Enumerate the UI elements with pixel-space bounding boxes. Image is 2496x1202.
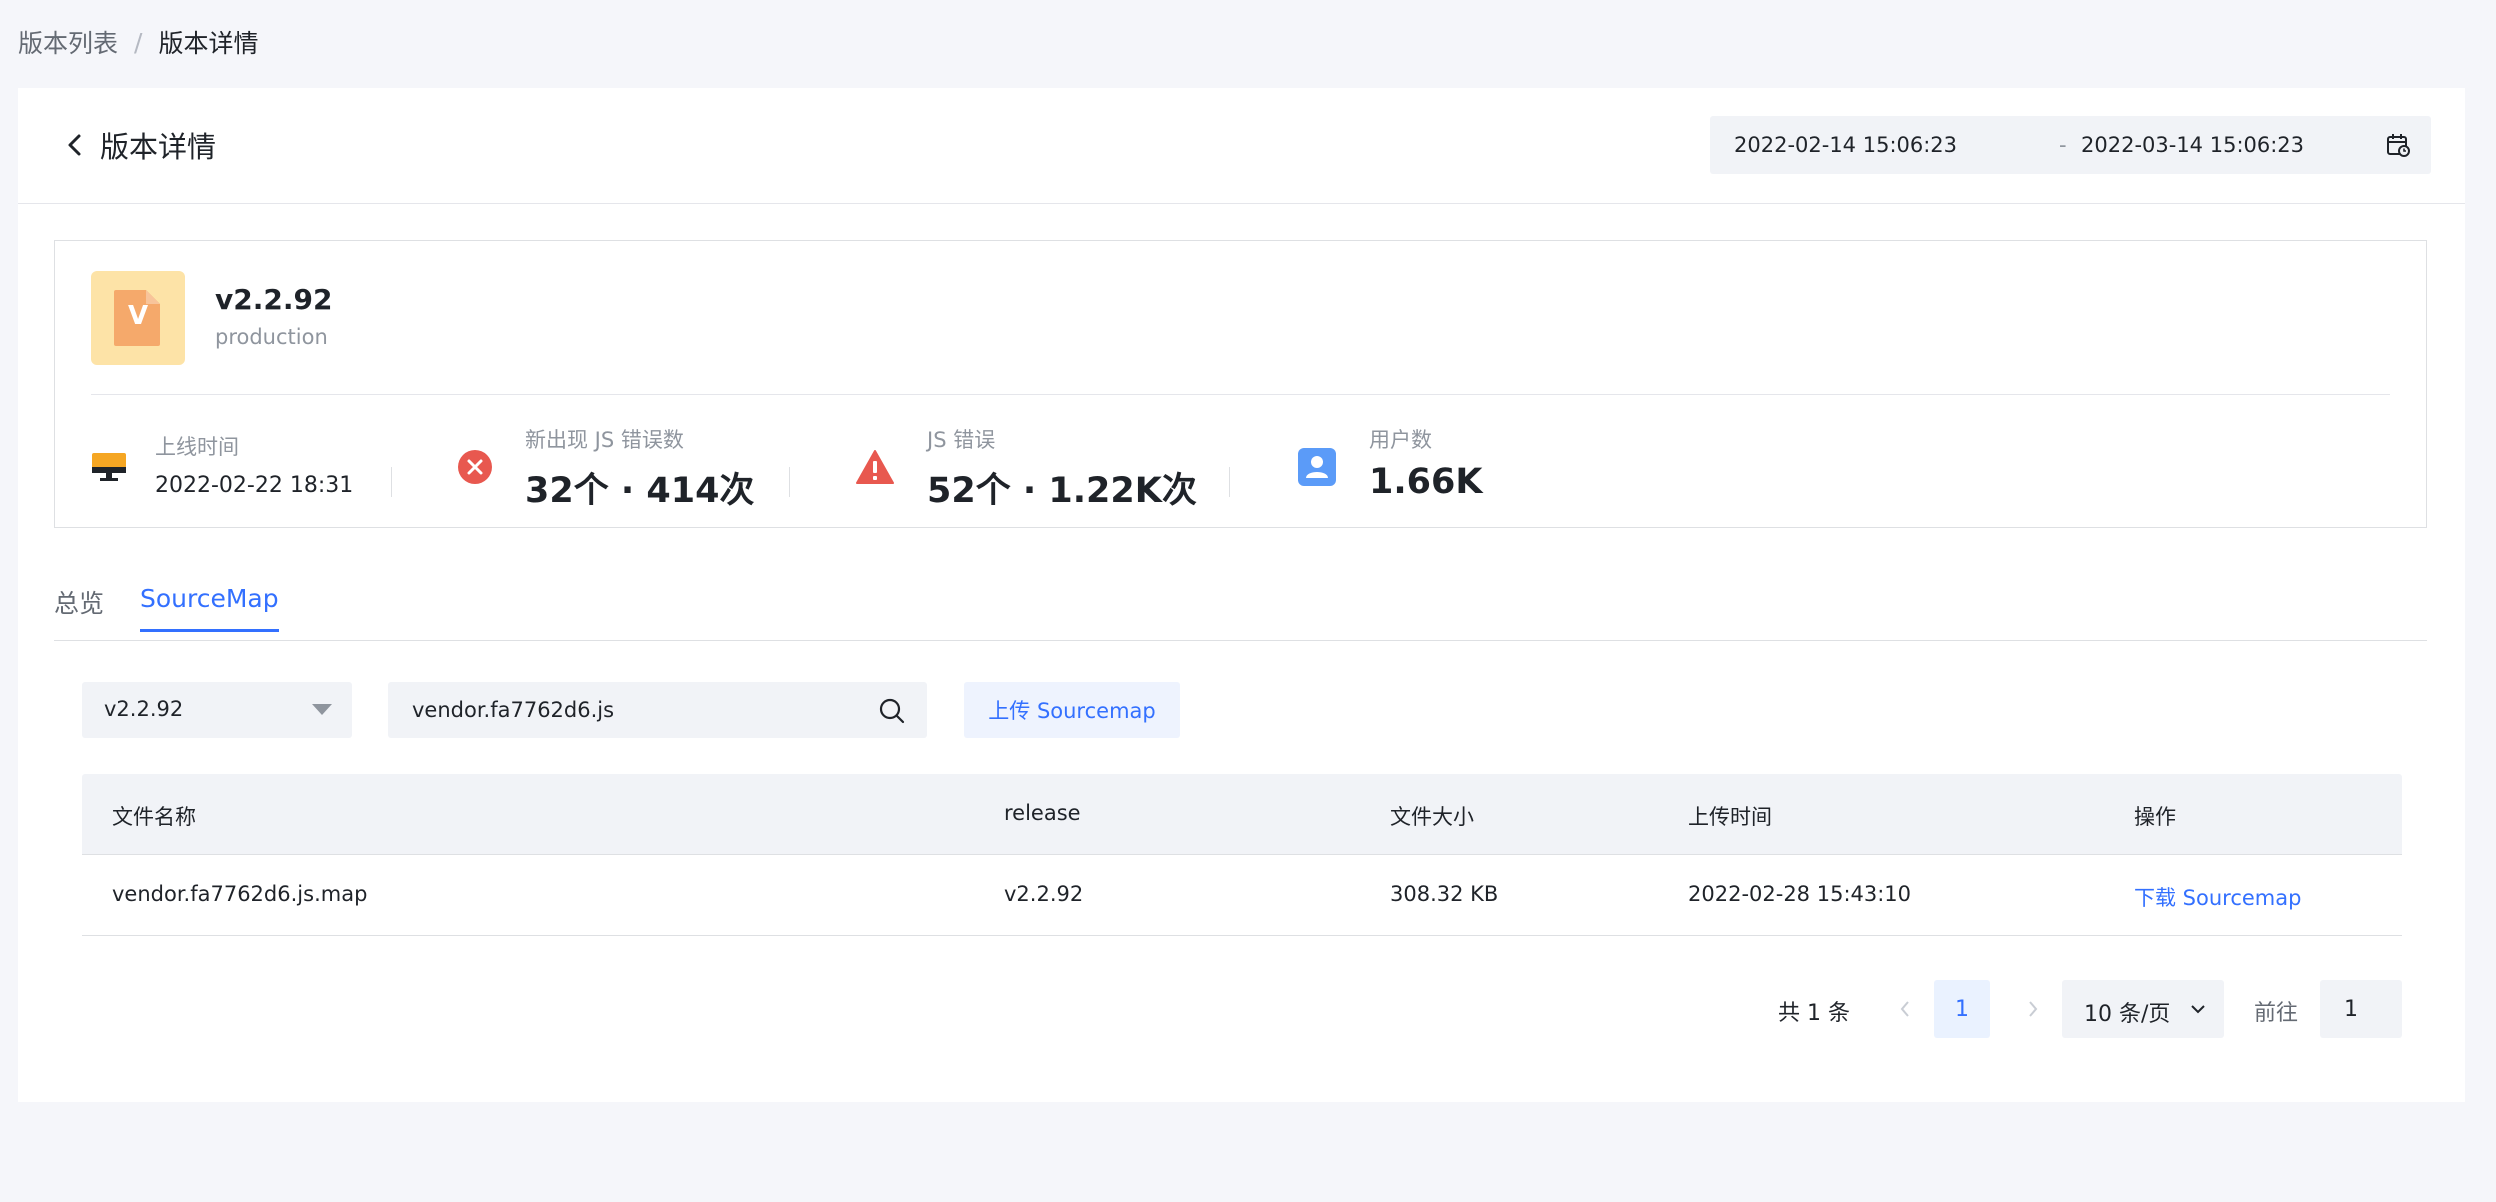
caret-down-icon [312,704,332,715]
pagination: 共 1 条 1 10 条/页 前往 [18,980,2465,1038]
sourcemap-table: 文件名称 release 文件大小 上传时间 操作 vendor.fa7762d… [82,774,2402,936]
monitor-icon [92,453,126,481]
column-header-release: release [1004,801,1081,825]
page-size-value: 10 条/页 [2084,1002,2171,1027]
stat-label: JS 错误 [927,428,996,452]
date-range-picker[interactable]: 2022-02-14 15:06:23 - 2022-03-14 15:06:2… [1710,116,2431,174]
stat-divider [391,467,392,497]
stat-new-js-errors: 新出现 JS 错误数 32个 · 414次 [525,424,754,513]
pagination-prev-button[interactable] [1888,992,1922,1026]
goto-page-input[interactable] [2320,980,2402,1038]
cell-size: 308.32 KB [1390,882,1499,906]
tab-sourcemap[interactable]: SourceMap [140,584,279,632]
column-header-filename: 文件名称 [112,805,196,829]
table-header: 文件名称 release 文件大小 上传时间 操作 [82,774,2402,855]
tab-bar: 总览 SourceMap [54,584,2427,641]
error-circle-icon [458,450,492,484]
column-header-size: 文件大小 [1390,805,1474,829]
stat-value: 1.66K [1369,462,1483,502]
cell-filename: vendor.fa7762d6.js.map [112,882,368,906]
goto-label: 前往 [2254,1001,2299,1026]
back-button[interactable] [58,128,92,162]
version-summary: V v2.2.92 production 上线时间 2022-02-22 18:… [54,240,2427,528]
stat-release-time: 上线时间 2022-02-22 18:31 [155,431,353,498]
date-range-separator: - [2059,133,2067,157]
stat-users: 用户数 1.66K [1369,424,1482,502]
column-header-upload-time: 上传时间 [1688,805,1772,829]
version-environment: production [215,325,328,349]
stat-label: 上线时间 [155,435,239,459]
date-end[interactable]: 2022-03-14 15:06:23 [2081,133,2304,157]
version-logo: V [91,271,185,365]
pagination-page-1[interactable]: 1 [1934,980,1990,1038]
chevron-right-icon [2029,1001,2038,1017]
table-row: vendor.fa7762d6.js.map v2.2.92 308.32 KB… [82,855,2402,936]
stat-value: 32个 · 414次 [525,471,755,511]
page-size-select[interactable]: 10 条/页 [2062,980,2224,1038]
stat-value: 2022-02-22 18:31 [155,473,354,498]
stat-js-errors: JS 错误 52个 · 1.22K次 [927,424,1197,513]
cell-upload-time: 2022-02-28 15:43:10 [1688,882,1912,906]
page-header: 版本详情 2022-02-14 15:06:23 - 2022-03-14 15… [18,88,2465,204]
stat-label: 新出现 JS 错误数 [525,428,684,452]
download-sourcemap-link[interactable]: 下载 Sourcemap [2134,882,2301,912]
pagination-total: 共 1 条 [1778,1001,1850,1026]
main-card: 版本详情 2022-02-14 15:06:23 - 2022-03-14 15… [18,88,2465,1102]
search-icon[interactable] [878,697,905,724]
chevron-left-icon [68,134,81,156]
breadcrumb-version-list-link[interactable]: 版本列表 [18,24,118,60]
page-title: 版本详情 [100,130,217,164]
tab-overview[interactable]: 总览 [54,584,104,636]
upload-sourcemap-button[interactable]: 上传 Sourcemap [964,682,1180,738]
stat-label: 用户数 [1369,428,1432,452]
stat-divider [1229,467,1230,497]
warning-triangle-icon [856,450,894,484]
stat-value: 52个 · 1.22K次 [927,471,1197,511]
chevron-left-icon [1900,1001,1909,1017]
version-logo-letter: V [127,301,149,331]
chevron-down-icon [2191,1005,2205,1014]
column-header-actions: 操作 [2134,805,2176,829]
pagination-next-button[interactable] [2016,992,2050,1026]
stat-divider [789,467,790,497]
breadcrumb-separator: / [134,27,143,57]
breadcrumb-current: 版本详情 [158,29,259,58]
search-input[interactable] [412,682,852,738]
search-box [388,682,927,738]
calendar-icon[interactable] [2385,132,2411,158]
date-start[interactable]: 2022-02-14 15:06:23 [1734,133,1957,157]
user-icon [1298,448,1336,486]
version-name: v2.2.92 [215,283,333,316]
cell-release: v2.2.92 [1004,882,1084,906]
summary-divider [91,394,2390,395]
version-select[interactable]: v2.2.92 [82,682,352,738]
breadcrumb: 版本列表 / 版本详情 [18,24,258,60]
version-select-value: v2.2.92 [104,697,184,721]
